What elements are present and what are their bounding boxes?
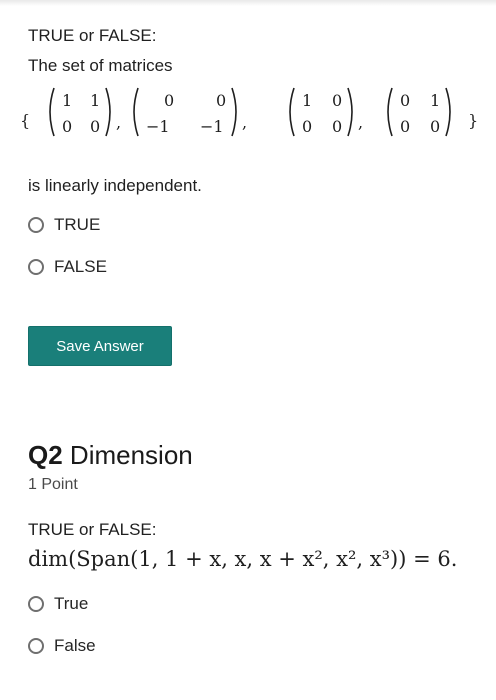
m3-d: 0	[332, 117, 342, 136]
m3-a: 1	[302, 91, 312, 110]
m2-c: −1	[146, 117, 170, 136]
m2-d: −1	[200, 117, 224, 136]
m4-b: 1	[430, 91, 440, 110]
q2-title: Dimension	[69, 440, 193, 470]
comma-2: ,	[242, 113, 247, 132]
m1-d: 0	[90, 117, 100, 136]
m3-b: 0	[332, 91, 342, 110]
q2-option-true-label: True	[54, 594, 89, 613]
q2-option-true[interactable]: True	[28, 594, 88, 614]
q2-option-false[interactable]: False	[28, 636, 96, 656]
matrix-2: 0 0 −1 −1	[133, 87, 237, 137]
radio-button-icon[interactable]	[28, 596, 44, 612]
comma-3: ,	[358, 113, 363, 132]
matrix-1: 1 1 0 0	[49, 87, 111, 137]
q2-option-false-label: False	[54, 636, 96, 655]
m4-c: 0	[400, 117, 410, 136]
q2-heading: Q2 Dimension	[28, 440, 193, 471]
q1-option-true[interactable]: TRUE	[28, 215, 100, 235]
matrix-4: 0 1 0 0	[387, 87, 451, 137]
q1-option-true-label: TRUE	[54, 215, 101, 234]
q1-statement-intro: The set of matrices	[28, 56, 173, 75]
set-brace-right: }	[468, 111, 478, 130]
m1-b: 1	[90, 91, 100, 110]
q2-points: 1 Point	[28, 476, 78, 493]
m4-d: 0	[430, 117, 440, 136]
q2-formula: dim(Span(1, 1 + x, x, x + x², x², x³)) =…	[28, 547, 458, 571]
matrix-set: { } 1 1 0 0 , 0 0 −1 −1 , 1 0 0 0 , 0 1 …	[20, 87, 478, 137]
m1-a: 1	[62, 91, 72, 110]
q2-prompt: TRUE or FALSE:	[28, 520, 157, 539]
m2-a: 0	[164, 91, 174, 110]
comma-1: ,	[116, 113, 121, 132]
q1-prompt: TRUE or FALSE:	[28, 26, 157, 45]
radio-button-icon[interactable]	[28, 259, 44, 275]
save-answer-button[interactable]: Save Answer	[28, 326, 172, 366]
matrix-3: 1 0 0 0	[289, 87, 353, 137]
radio-button-icon[interactable]	[28, 217, 44, 233]
m2-b: 0	[216, 91, 226, 110]
set-brace-left: {	[20, 111, 30, 130]
m3-c: 0	[302, 117, 312, 136]
q1-statement-end: is linearly independent.	[28, 176, 202, 195]
radio-button-icon[interactable]	[28, 638, 44, 654]
q2-number: Q2	[28, 440, 63, 470]
m1-c: 0	[62, 117, 72, 136]
q1-option-false[interactable]: FALSE	[28, 257, 107, 277]
m4-a: 0	[400, 91, 410, 110]
q1-option-false-label: FALSE	[54, 257, 107, 276]
